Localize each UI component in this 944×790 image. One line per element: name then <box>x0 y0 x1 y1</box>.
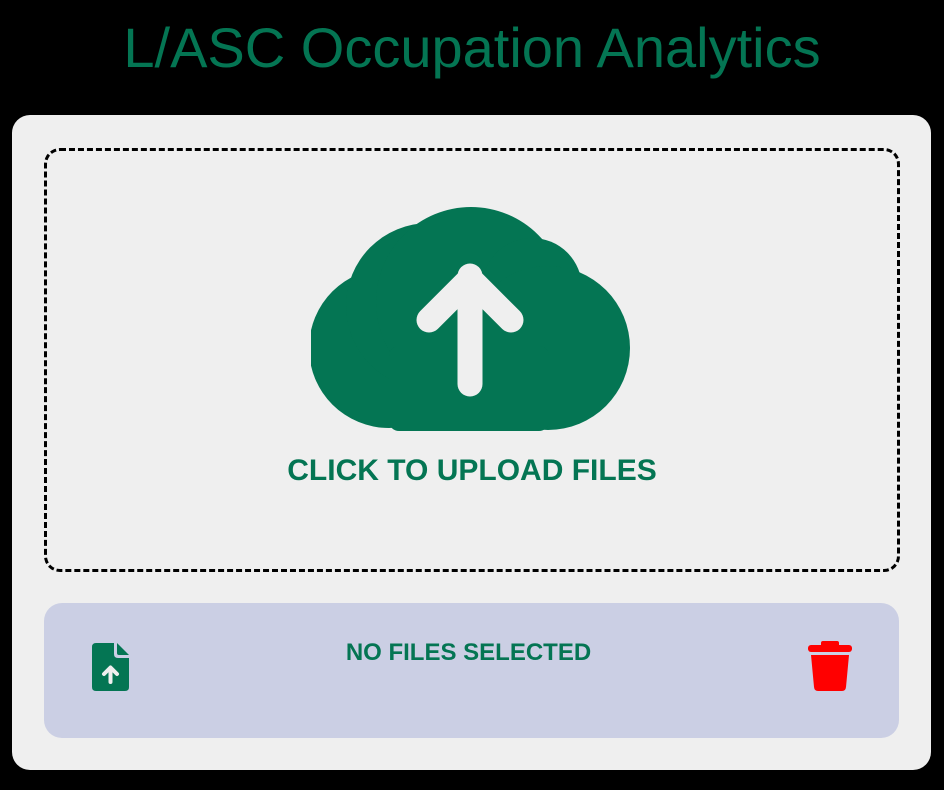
upload-panel: CLICK TO UPLOAD FILES NO FILES SELECTED <box>12 115 931 770</box>
trash-icon <box>808 641 852 691</box>
selected-files-bar: NO FILES SELECTED <box>44 603 899 738</box>
upload-label: CLICK TO UPLOAD FILES <box>287 454 657 487</box>
file-status-text: NO FILES SELECTED <box>345 639 592 666</box>
clear-files-button[interactable] <box>808 641 852 691</box>
file-dropzone[interactable]: CLICK TO UPLOAD FILES <box>44 148 900 572</box>
cloud-upload-icon <box>311 207 630 431</box>
app-title: L/ASC Occupation Analytics <box>123 16 821 79</box>
